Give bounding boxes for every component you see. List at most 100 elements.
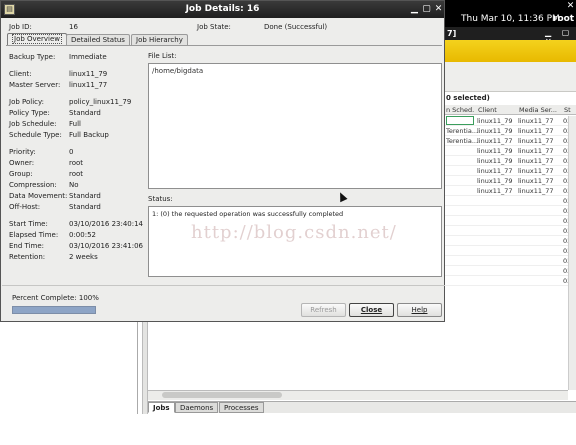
column-header-client[interactable]: Client <box>478 106 516 114</box>
table-row[interactable]: 03 <box>444 196 576 206</box>
job-details-dialog: ▤ Job Details: 16 ▁ ▢ ✕ Job ID: 16 Job S… <box>0 0 445 322</box>
field-value: Full Backup <box>69 131 109 139</box>
table-row-divider <box>444 216 576 226</box>
field-value: Standard <box>69 109 101 117</box>
dialog-title: Job Details: 16 <box>185 4 260 14</box>
close-icon[interactable]: ✕ <box>433 4 444 15</box>
field-label: Master Server: <box>9 81 61 89</box>
field-label: Group: <box>9 170 33 178</box>
field-label: Policy Type: <box>9 109 50 117</box>
table-cell-client: linux11_79 <box>477 117 513 125</box>
table-cell-media: linux11_77 <box>518 147 554 155</box>
file-list-label: File List: <box>148 52 177 60</box>
status-log-line: 1: (0) the requested operation was succe… <box>152 210 344 218</box>
field-label: Elapsed Time: <box>9 231 59 239</box>
table-row[interactable]: 03 <box>444 236 576 246</box>
table-row[interactable]: linux11_77linux11_7703 <box>444 166 576 176</box>
background-left-panel <box>0 320 138 420</box>
table-row[interactable]: 03 <box>444 206 576 216</box>
tab-processes[interactable]: Processes <box>219 402 264 413</box>
table-cell-client: linux11_79 <box>477 147 513 155</box>
table-row[interactable]: 03 <box>444 216 576 226</box>
tab-job-overview[interactable]: Job Overview <box>7 33 67 45</box>
table-cell-media: linux11_77 <box>518 137 554 145</box>
field-value: No <box>69 181 79 189</box>
table-row-divider <box>444 196 576 206</box>
desktop-user-menu[interactable]: root <box>553 14 574 24</box>
table-row[interactable]: linux11_79linux11_7703 <box>444 176 576 186</box>
field-value: Standard <box>69 192 101 200</box>
tab-daemons[interactable]: Daemons <box>175 402 219 413</box>
field-label: Schedule Type: <box>9 131 62 139</box>
background-app-title: 7] <box>447 29 457 38</box>
job-state-value: Done (Successful) <box>264 23 328 31</box>
field-label: Job Schedule: <box>9 120 57 128</box>
table-cell-client: linux11_79 <box>477 177 513 185</box>
table-row-divider <box>444 256 576 266</box>
table-row-divider <box>444 246 576 256</box>
field-value: Standard <box>69 203 101 211</box>
table-cell-media: linux11_77 <box>518 117 554 125</box>
field-label: Job Policy: <box>9 98 44 106</box>
field-value: linux11_79 <box>69 70 108 78</box>
table-cell-client: linux11_77 <box>477 137 513 145</box>
selection-count: 0 selected) <box>446 94 490 102</box>
table-row[interactable]: linux11_79linux11_7703 <box>444 146 576 156</box>
table-row-divider <box>444 276 576 286</box>
tab-detailed-status[interactable]: Detailed Status <box>66 34 130 45</box>
table-cell-client: linux11_77 <box>477 167 513 175</box>
table-row[interactable]: linux11_77linux11_7703 <box>444 186 576 196</box>
field-value: linux11_77 <box>69 81 108 89</box>
table-row[interactable]: Terentia...linux11_77linux11_7703 <box>444 136 576 146</box>
dialog-separator <box>2 285 445 286</box>
jobs-table[interactable]: linux11_79linux11_7703Terentia...linux11… <box>444 116 576 386</box>
table-cell-sched: Terentia... <box>446 127 479 135</box>
background-app-toolbar <box>444 40 576 62</box>
file-list[interactable]: /home/bigdata <box>148 63 442 189</box>
close-button[interactable]: Close <box>349 303 394 317</box>
column-header-start[interactable]: St <box>564 106 574 114</box>
field-value: 0 <box>69 148 74 156</box>
field-value: root <box>69 159 84 167</box>
field-label: Start Time: <box>9 220 48 228</box>
minimize-icon[interactable]: ▁ <box>409 4 420 15</box>
jobs-table-vertical-scrollbar[interactable] <box>568 116 576 390</box>
maximize-icon[interactable]: ▢ <box>421 4 432 15</box>
table-cell-media: linux11_77 <box>518 167 554 175</box>
column-header-media-server[interactable]: Media Ser... <box>519 106 561 114</box>
table-row[interactable]: 03 <box>444 226 576 236</box>
table-row[interactable]: Terentia...linux11_79linux11_7703 <box>444 126 576 136</box>
file-list-item[interactable]: /home/bigdata <box>152 67 203 75</box>
field-label: Data Movement: <box>9 192 68 200</box>
field-value: 2 weeks <box>69 253 98 261</box>
table-row[interactable]: 03 <box>444 246 576 256</box>
tab-jobs[interactable]: Jobs <box>148 402 175 413</box>
table-row[interactable]: 03 <box>444 276 576 286</box>
field-label: Off-Host: <box>9 203 41 211</box>
help-button[interactable]: Help <box>397 303 442 317</box>
desktop-clock[interactable]: Thu Mar 10, 11:36 PM <box>461 14 560 24</box>
table-row-divider <box>444 236 576 246</box>
table-row[interactable]: 03 <box>444 266 576 276</box>
progress-bar-fill <box>13 307 95 313</box>
field-value: 03/10/2016 23:41:06 <box>69 242 144 250</box>
table-cell-media: linux11_77 <box>518 127 554 135</box>
selected-cell <box>446 116 474 125</box>
refresh-button[interactable]: Refresh <box>301 303 346 317</box>
table-cell-sched: Terentia... <box>446 137 479 145</box>
table-row[interactable]: 03 <box>444 256 576 266</box>
field-value: 03/10/2016 23:40:14 <box>69 220 144 228</box>
field-value: 0:00:52 <box>69 231 96 239</box>
table-row[interactable]: linux11_79linux11_7703 <box>444 156 576 166</box>
status-label: Status: <box>148 195 173 203</box>
field-label: Owner: <box>9 159 35 167</box>
column-header-schedule[interactable]: n Sched.. <box>446 106 474 114</box>
tab-job-hierarchy[interactable]: Job Hierarchy <box>131 34 188 45</box>
field-value: policy_linux11_79 <box>69 98 132 106</box>
desktop-close-icon[interactable]: ✕ <box>566 2 575 11</box>
table-row-divider <box>444 266 576 276</box>
field-value: Immediate <box>69 53 107 61</box>
horizontal-scrollbar-thumb[interactable] <box>162 392 282 398</box>
job-id-value: 16 <box>69 23 78 31</box>
table-cell-media: linux11_77 <box>518 157 554 165</box>
